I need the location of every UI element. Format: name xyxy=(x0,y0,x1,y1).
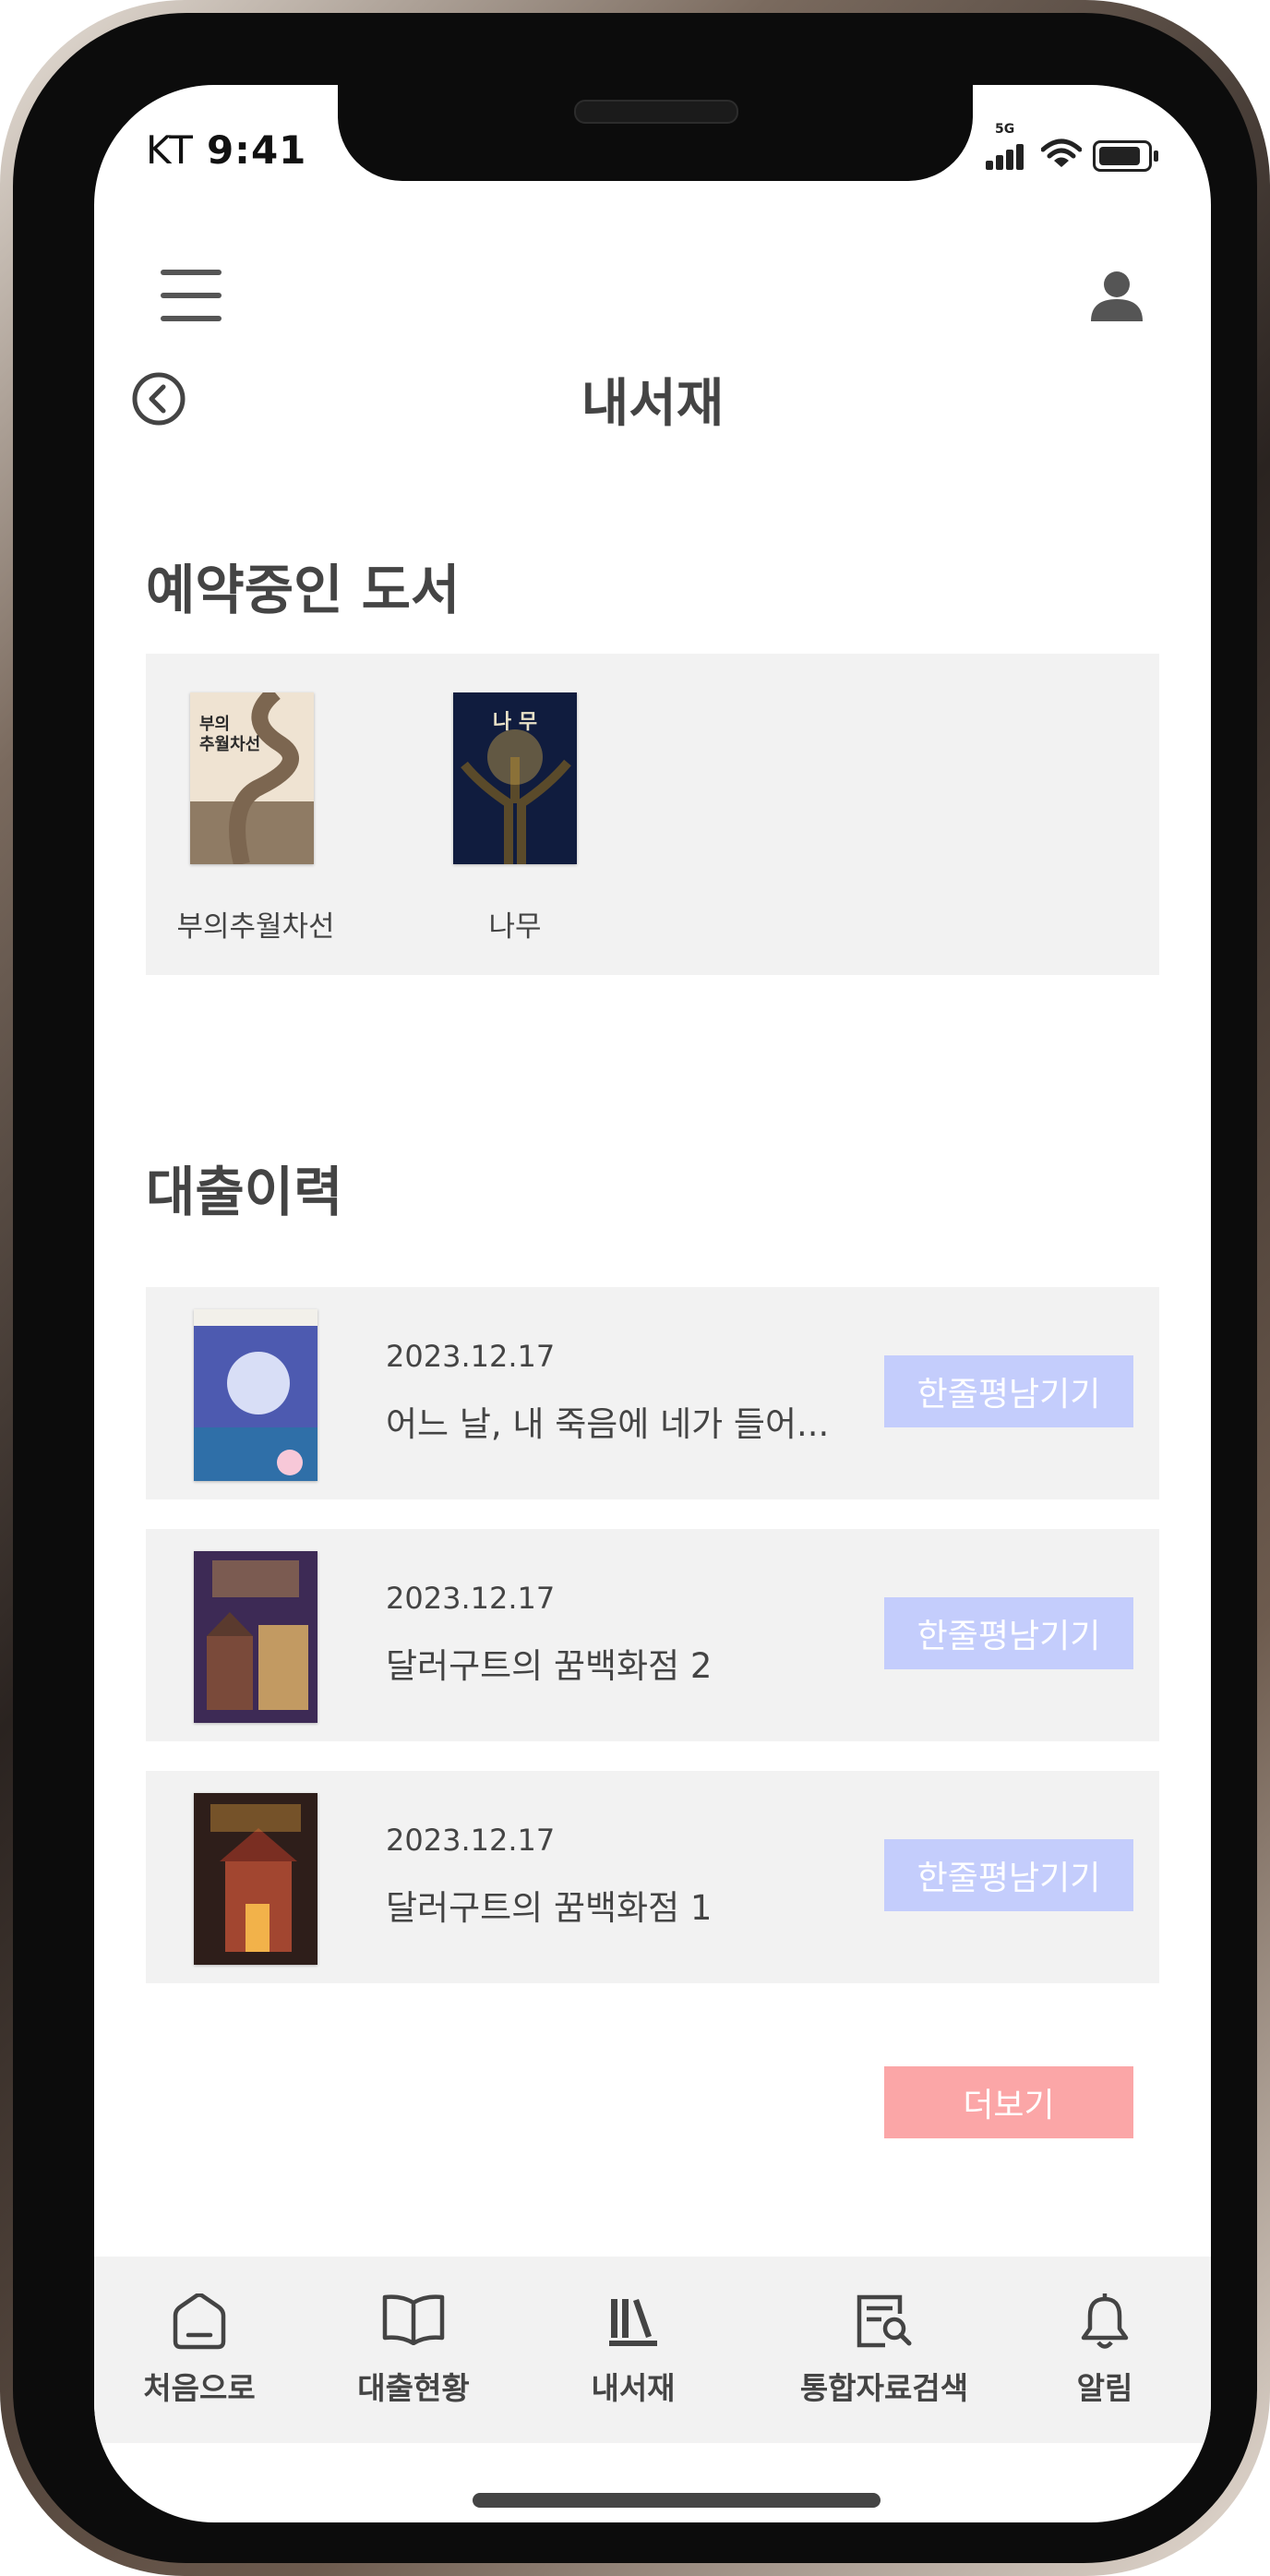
book-cover-reserved-2[interactable]: 나 무 xyxy=(453,692,577,864)
hamburger-menu-icon[interactable] xyxy=(161,270,222,321)
book-cover-reserved-1[interactable]: 부의 추월차선 xyxy=(190,692,314,864)
nav-label: 내서재 xyxy=(591,2370,676,2406)
book-cover xyxy=(194,1551,318,1723)
history-item[interactable]: 2023.12.17 달러구트의 꿈백화점 1 한줄평남기기 xyxy=(146,1771,1159,1983)
bell-icon xyxy=(1081,2293,1129,2349)
nav-item-integrated-search[interactable]: 통합자료검색 xyxy=(773,2257,995,2443)
nav-item-loan-status[interactable]: 대출현황 xyxy=(321,2257,506,2443)
book-cover-title: 나 무 xyxy=(492,711,538,734)
nav-item-my-library[interactable]: 내서재 xyxy=(541,2257,725,2443)
home-indicator[interactable] xyxy=(473,2493,881,2508)
nav-label: 대출현황 xyxy=(357,2370,470,2406)
phone-bezel: KT 9:41 5G 내서재 예약중인 도서 부의 추월차선 부의추월차선 나 … xyxy=(13,13,1257,2563)
history-section-title: 대출이력 xyxy=(146,1161,343,1223)
bookshelf-icon xyxy=(609,2299,657,2346)
reserved-section-title: 예약중인 도서 xyxy=(146,559,461,621)
open-book-icon xyxy=(382,2294,445,2345)
status-bar-left: KT 9:41 xyxy=(146,127,306,173)
write-review-button[interactable]: 한줄평남기기 xyxy=(884,1597,1133,1669)
app-screen: KT 9:41 5G 내서재 예약중인 도서 부의 추월차선 부의추월차선 나 … xyxy=(94,85,1211,2522)
network-type: 5G xyxy=(995,122,1015,137)
reserved-book-title[interactable]: 부의추월차선 xyxy=(159,903,353,945)
home-icon xyxy=(173,2293,226,2350)
book-cover-title: 부의 추월차선 xyxy=(199,715,261,754)
reserved-book-title[interactable]: 나무 xyxy=(437,903,593,945)
book-cover xyxy=(194,1793,318,1965)
book-cover-art xyxy=(194,1551,318,1723)
status-bar-right: 5G xyxy=(978,122,1181,177)
history-date: 2023.12.17 xyxy=(386,1581,556,1616)
carrier-name: KT xyxy=(146,127,194,173)
write-review-button[interactable]: 한줄평남기기 xyxy=(884,1839,1133,1911)
search-catalog-icon xyxy=(857,2294,912,2348)
book-cover-art xyxy=(194,1793,318,1965)
book-cover-art xyxy=(194,1309,318,1481)
nav-item-notifications[interactable]: 알림 xyxy=(1036,2257,1174,2443)
phone-frame: KT 9:41 5G 내서재 예약중인 도서 부의 추월차선 부의추월차선 나 … xyxy=(0,0,1270,2576)
history-date: 2023.12.17 xyxy=(386,1823,556,1858)
user-profile-icon[interactable] xyxy=(1089,268,1144,323)
book-cover xyxy=(194,1309,318,1481)
history-book-title[interactable]: 어느 날, 내 죽음에 네가 들어... xyxy=(386,1396,829,1446)
nav-label: 처음으로 xyxy=(143,2370,256,2406)
nav-label: 알림 xyxy=(1076,2370,1133,2406)
history-book-title[interactable]: 달러구트의 꿈백화점 2 xyxy=(386,1638,712,1688)
page-title: 내서재 xyxy=(581,374,725,434)
history-book-title[interactable]: 달러구트의 꿈백화점 1 xyxy=(386,1880,712,1930)
notch xyxy=(338,85,973,181)
status-time: 9:41 xyxy=(206,127,307,173)
nav-label: 통합자료검색 xyxy=(799,2370,969,2406)
history-item[interactable]: 2023.12.17 달러구트의 꿈백화점 2 한줄평남기기 xyxy=(146,1529,1159,1741)
wifi-icon xyxy=(1041,138,1082,167)
battery-icon xyxy=(1093,140,1158,172)
history-item[interactable]: 2023.12.17 어느 날, 내 죽음에 네가 들어... 한줄평남기기 xyxy=(146,1287,1159,1499)
signal-icon xyxy=(986,142,1026,170)
history-date: 2023.12.17 xyxy=(386,1339,556,1374)
write-review-button[interactable]: 한줄평남기기 xyxy=(884,1355,1133,1427)
speaker-grille xyxy=(574,100,738,124)
nav-item-home[interactable]: 처음으로 xyxy=(114,2257,284,2443)
bottom-navigation: 처음으로 대출현황 내서재 통합자료검색 알림 xyxy=(94,2257,1211,2443)
more-button[interactable]: 더보기 xyxy=(884,2066,1133,2138)
reserved-books-panel: 부의 추월차선 부의추월차선 나 무 나무 xyxy=(146,654,1159,975)
